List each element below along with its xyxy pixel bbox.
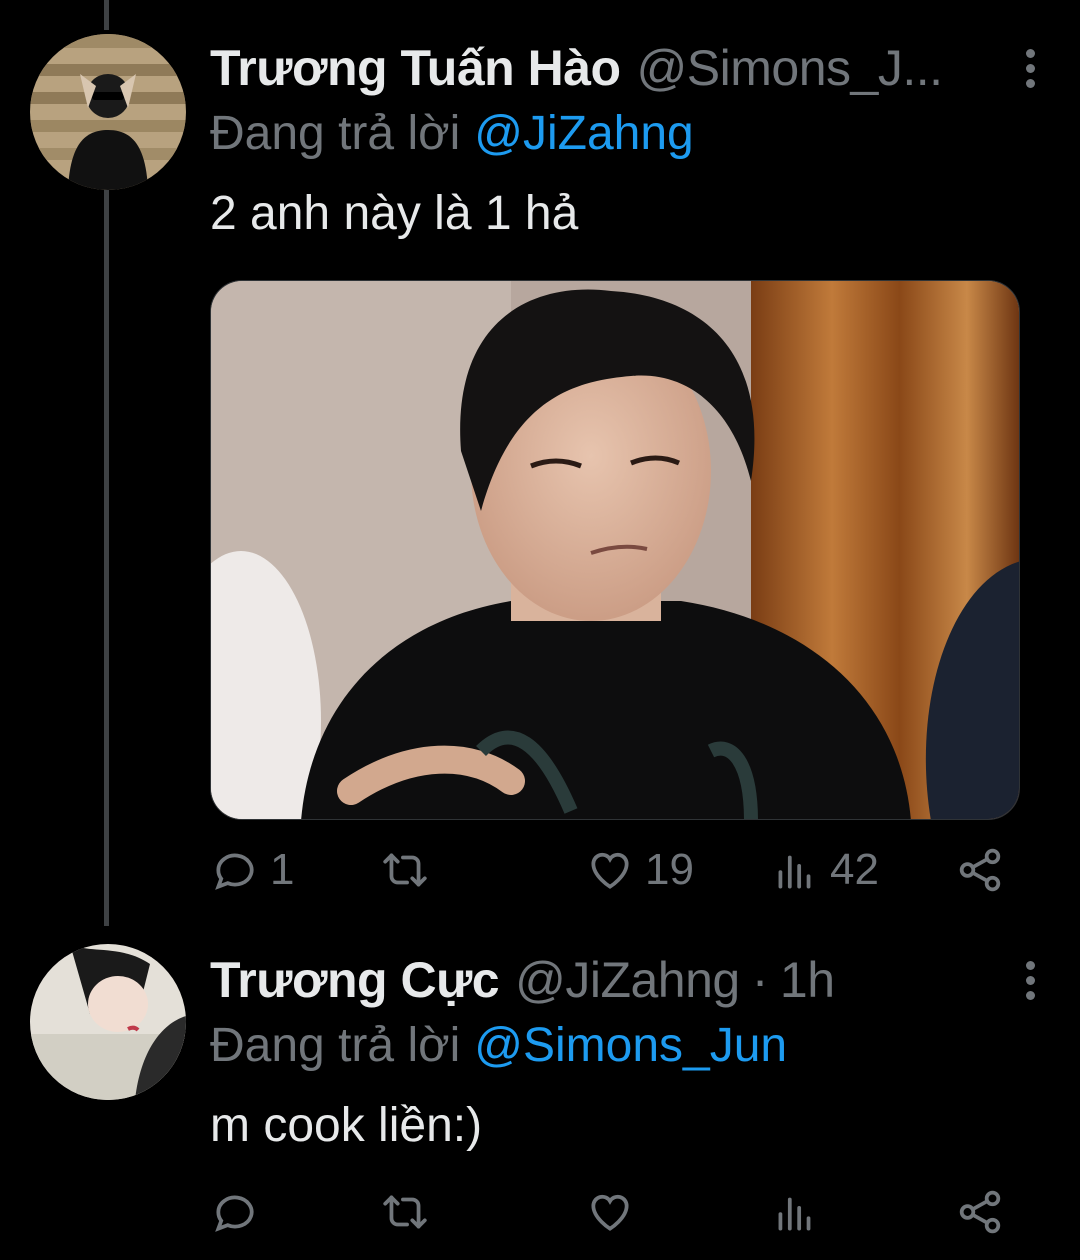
- more-options-button[interactable]: [1010, 956, 1050, 1004]
- views-button[interactable]: 42: [770, 838, 879, 902]
- tweet-actions: [210, 1180, 1010, 1244]
- retweet-icon: [383, 1195, 427, 1229]
- display-name[interactable]: Trương Cực: [210, 951, 500, 1009]
- view-count: 42: [830, 845, 879, 894]
- tweet-header: Trương Tuấn Hào @Simons_J...: [210, 36, 1050, 100]
- timestamp[interactable]: 1h: [780, 951, 835, 1009]
- retweet-icon: [383, 853, 427, 887]
- replying-to-label: Đang trả lời: [210, 106, 461, 160]
- user-handle[interactable]: @Simons_J...: [637, 39, 943, 97]
- tweet-content: Trương Tuấn Hào @Simons_J... Đang trả lờ…: [210, 36, 1050, 246]
- reply-button[interactable]: 1: [210, 838, 294, 902]
- tweet[interactable]: Trương Tuấn Hào @Simons_J... Đang trả lờ…: [0, 0, 1080, 926]
- like-button[interactable]: [585, 1180, 645, 1244]
- share-button[interactable]: [955, 1180, 1005, 1244]
- reply-button[interactable]: [210, 1180, 270, 1244]
- user-handle[interactable]: @JiZahng: [515, 951, 740, 1009]
- replying-to: Đang trả lời @Simons_Jun: [210, 1012, 1050, 1078]
- reply-icon: [215, 1195, 254, 1232]
- share-icon: [959, 848, 1001, 892]
- avatar[interactable]: [30, 34, 186, 190]
- views-icon: [778, 1197, 811, 1231]
- more-vertical-icon: [1025, 960, 1035, 970]
- tweet-media[interactable]: [210, 280, 1020, 820]
- views-icon: [778, 855, 811, 889]
- retweet-button[interactable]: [380, 838, 440, 902]
- heart-icon: [591, 1194, 629, 1231]
- tweet[interactable]: Trương Cực @JiZahng · 1h Đang trả lời @S…: [0, 926, 1080, 1260]
- tweet-content: Trương Cực @JiZahng · 1h Đang trả lời @S…: [210, 948, 1050, 1158]
- like-count: 19: [645, 845, 694, 894]
- reply-icon: [215, 853, 254, 890]
- retweet-button[interactable]: [380, 1180, 440, 1244]
- tweet-actions: 1 19 42: [210, 838, 1010, 902]
- more-vertical-icon: [1025, 48, 1035, 58]
- display-name[interactable]: Trương Tuấn Hào: [210, 39, 621, 97]
- tweet-header: Trương Cực @JiZahng · 1h: [210, 948, 1050, 1012]
- avatar[interactable]: [30, 944, 186, 1100]
- tweet-text: m cook liền:): [210, 1099, 483, 1152]
- replying-to-handle[interactable]: @JiZahng: [474, 106, 694, 161]
- like-button[interactable]: 19: [585, 838, 694, 902]
- heart-icon: [591, 852, 629, 889]
- views-button[interactable]: [770, 1180, 830, 1244]
- replying-to-handle[interactable]: @Simons_Jun: [474, 1018, 787, 1073]
- reply-count: 1: [270, 845, 295, 894]
- separator-dot: ·: [751, 952, 769, 1008]
- replying-to-label: Đang trả lời: [210, 1018, 461, 1072]
- tweet-text: 2 anh này là 1 hả: [210, 187, 579, 240]
- share-icon: [959, 1190, 1001, 1234]
- more-options-button[interactable]: [1010, 44, 1050, 92]
- replying-to: Đang trả lời @JiZahng: [210, 100, 1050, 166]
- share-button[interactable]: [955, 838, 1005, 902]
- timeline: Trương Tuấn Hào @Simons_J... Đang trả lờ…: [0, 0, 1080, 1260]
